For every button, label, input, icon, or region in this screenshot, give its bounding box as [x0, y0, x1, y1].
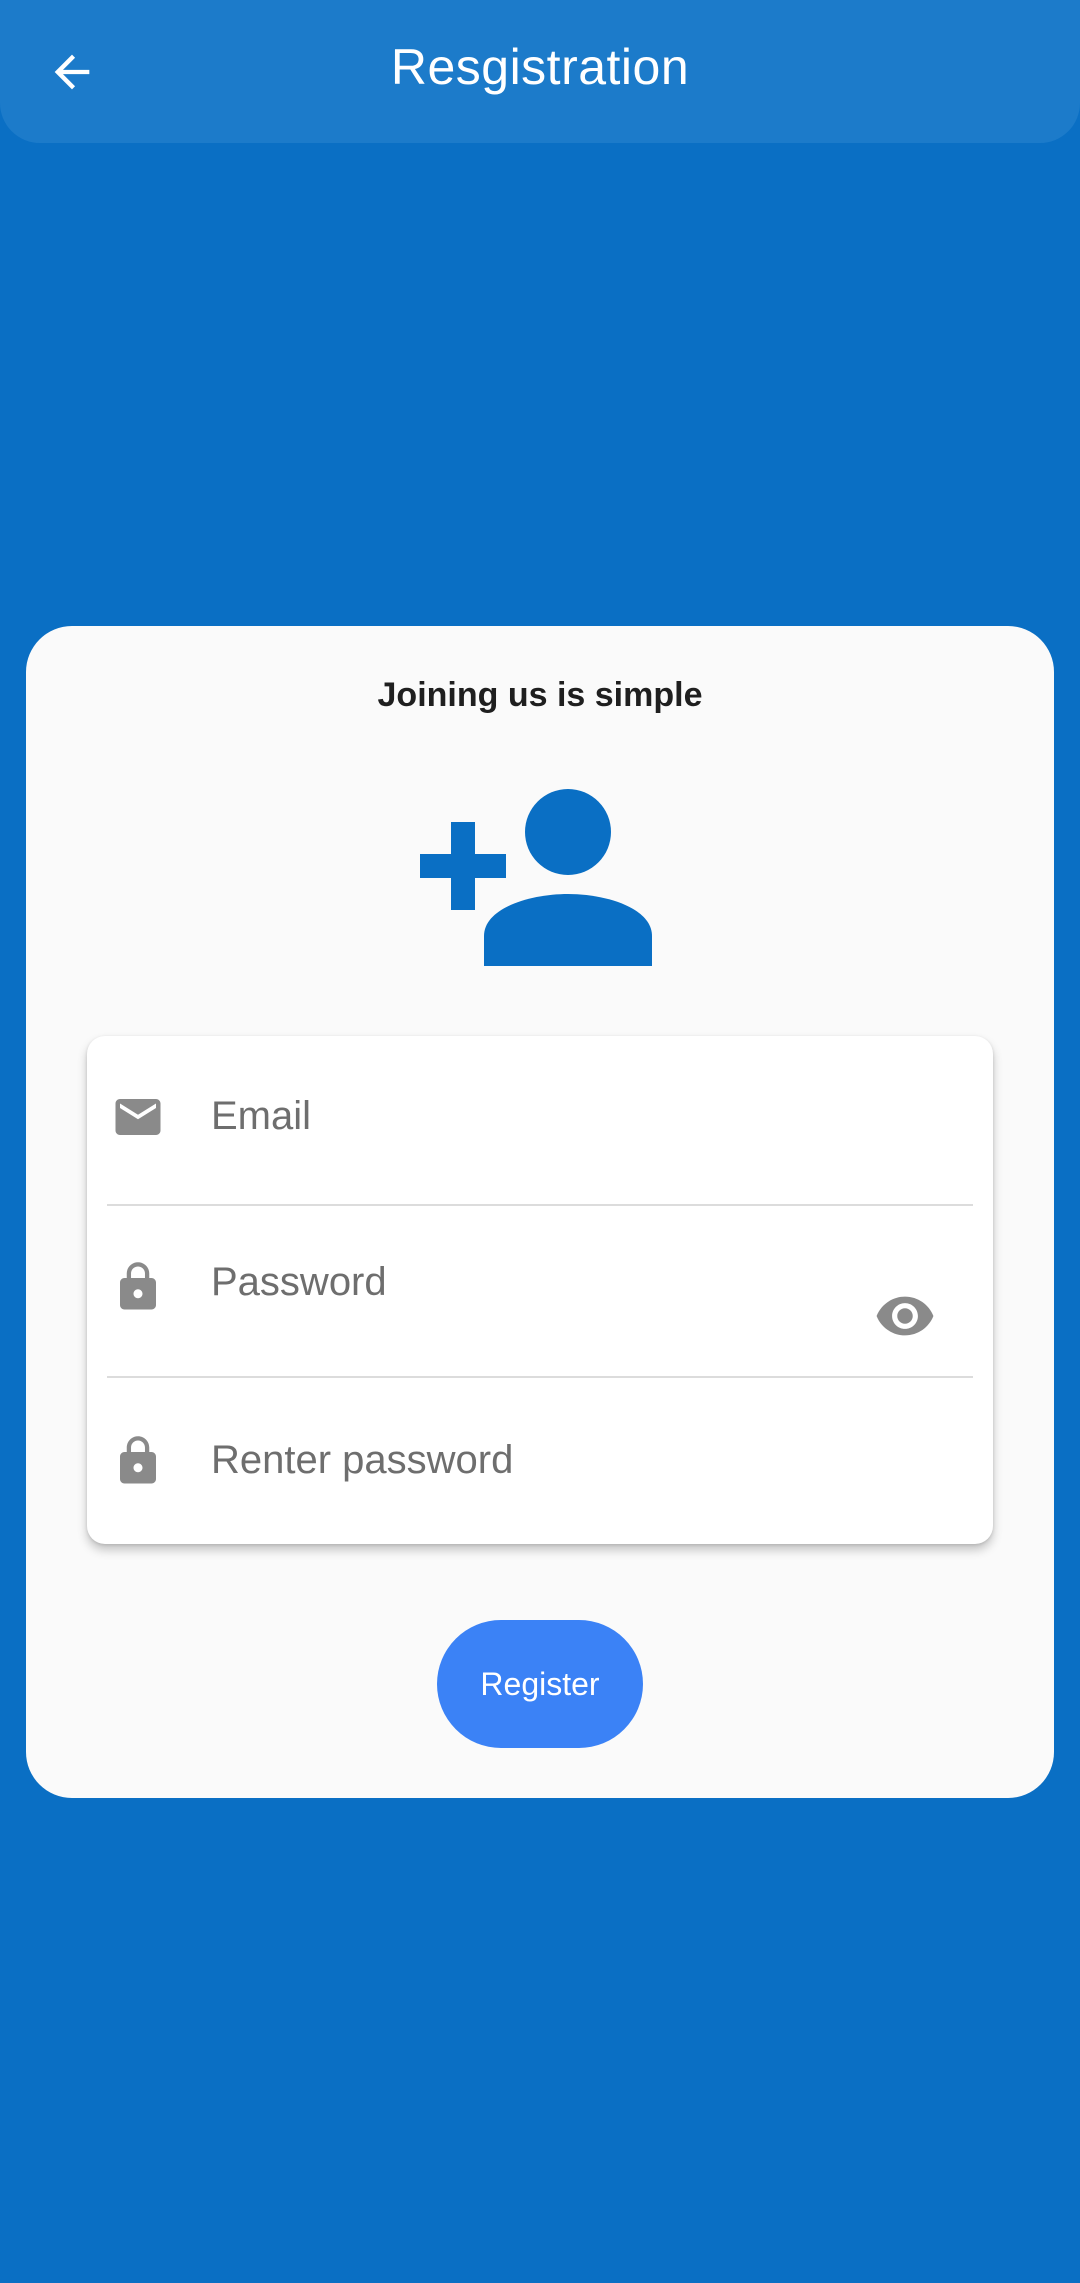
reenter-password-input[interactable] [211, 1430, 811, 1490]
password-input[interactable] [211, 1252, 811, 1312]
person-add-icon [420, 789, 652, 966]
registration-form [87, 1036, 993, 1544]
card-heading: Joining us is simple [377, 676, 703, 714]
email-field-row [87, 1036, 993, 1204]
page-title: Resgistration [390, 39, 690, 95]
app-bar: Resgistration [0, 0, 1080, 143]
toggle-password-visibility-button[interactable] [873, 1284, 937, 1348]
lock-icon [120, 1436, 156, 1484]
mail-icon [115, 1099, 161, 1135]
eye-icon [876, 1296, 934, 1336]
register-button[interactable]: Register [437, 1620, 643, 1748]
lock-icon [120, 1262, 156, 1310]
registration-card: Joining us is simple Email Register [26, 626, 1054, 1798]
email-input[interactable] [211, 1086, 811, 1146]
reenter-password-field-row [87, 1376, 993, 1544]
password-field-row [87, 1204, 993, 1376]
